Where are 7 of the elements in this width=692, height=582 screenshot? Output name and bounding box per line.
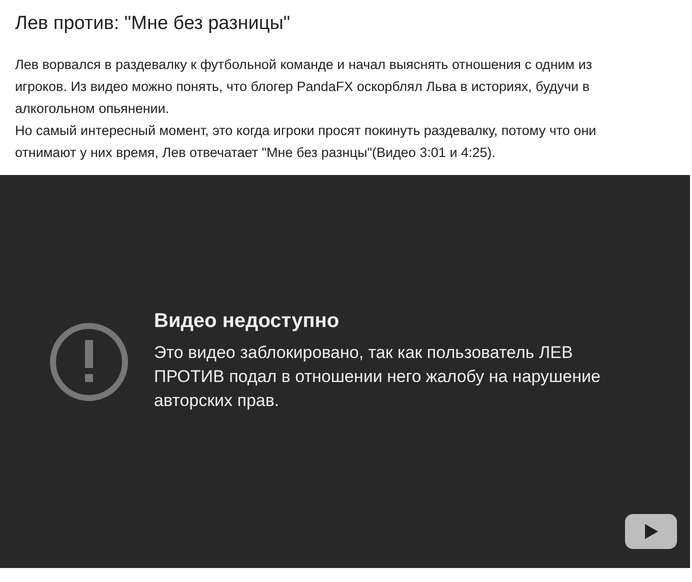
post-paragraph: Но самый интересный момент, это когда игроки просят покинуть раздевалку, потому что они отнимают у них время, Лев отвечатает "Мне без разнцы"(Видео 3:01 и 4:25). <box>15 122 598 162</box>
error-message: Это видео заблокировано, так как пользователь ЛЕВ ПРОТИВ подал в отношении него жалобу на нарушение авторских прав. <box>154 342 602 412</box>
play-logo-icon[interactable] <box>625 514 677 549</box>
post-title: Лев против: "Мне без разницы" <box>15 12 292 36</box>
post-paragraph: Лев ворвался в раздевалку к футбольной команде и начал выяснять отношения с одним из игроков. Из видео можно понять, что блогер PandaFX оскорблял Льва в историях, будучи в алкогольном опьянении. <box>15 56 594 118</box>
warning-icon <box>49 322 129 402</box>
error-title: Видео недоступно <box>154 310 340 333</box>
